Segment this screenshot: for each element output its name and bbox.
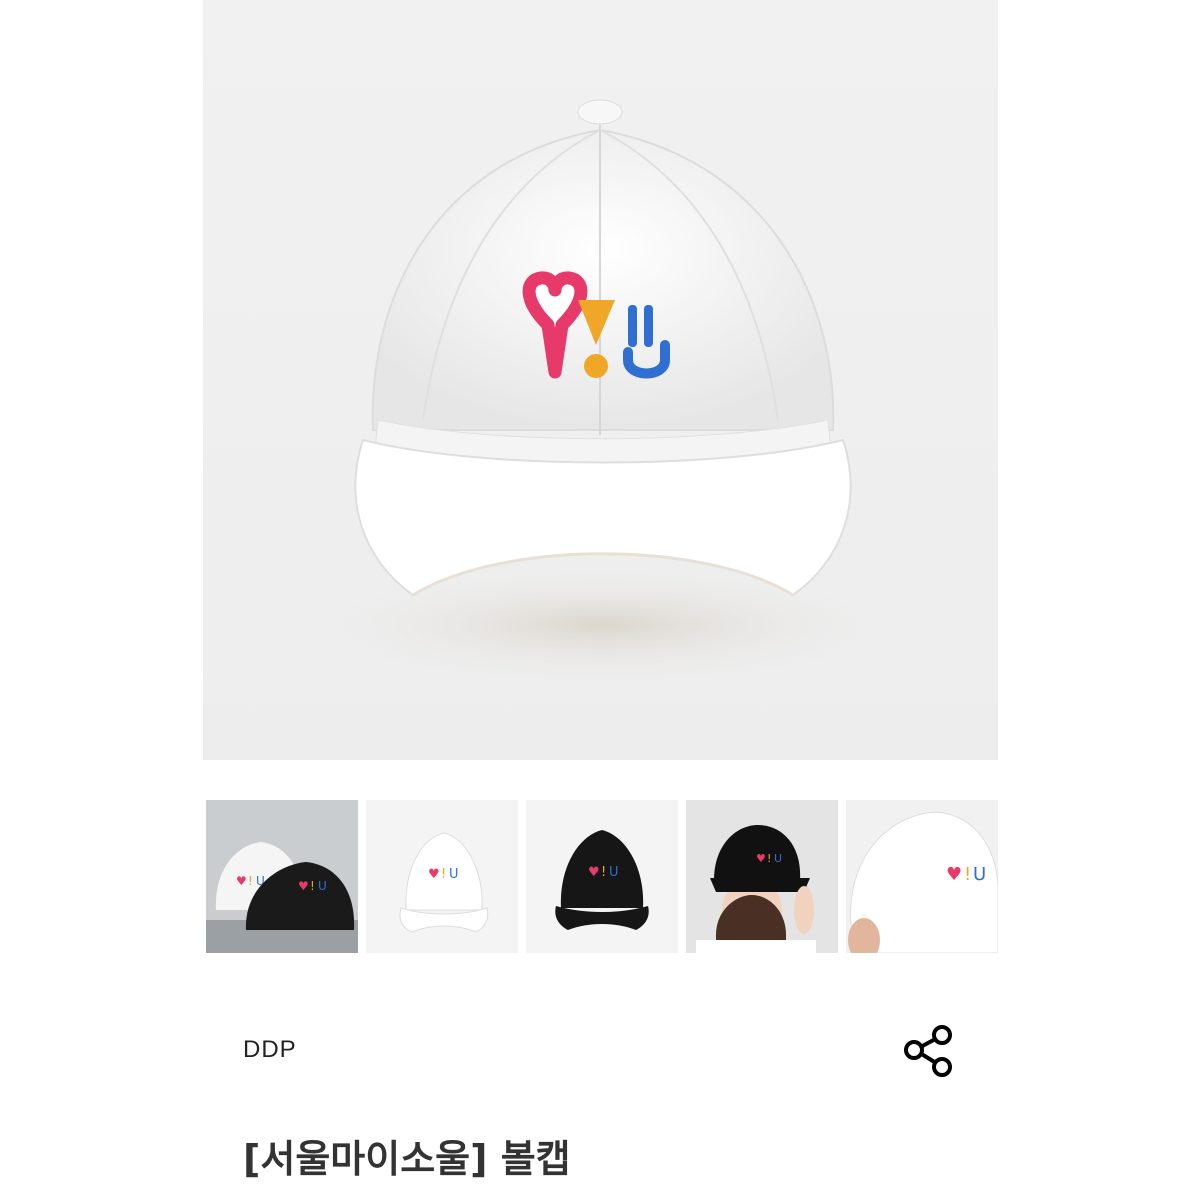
thumbnail-woman-black-cap[interactable]: ♥ ! U [686, 800, 838, 953]
product-main-image[interactable] [203, 0, 998, 760]
svg-text:!: ! [767, 852, 771, 865]
svg-text:U: U [609, 865, 619, 880]
svg-text:♥: ♥ [236, 874, 247, 888]
brand-name: DDP [243, 1036, 297, 1063]
svg-text:U: U [449, 867, 459, 882]
svg-text:!: ! [441, 867, 446, 882]
svg-text:♥: ♥ [946, 864, 962, 885]
thumbnail-strip: ♥ ! U ♥ ! U ♥ ! U ♥ ! U ♥ ! U ♥ ! U [206, 800, 998, 953]
svg-text:!: ! [601, 865, 606, 880]
svg-text:!: ! [310, 879, 315, 893]
svg-text:U: U [973, 864, 986, 885]
svg-text:♥: ♥ [298, 879, 309, 893]
share-icon[interactable] [898, 1020, 960, 1082]
thumbnail-two-caps[interactable]: ♥ ! U ♥ ! U [206, 800, 358, 953]
svg-text:♥: ♥ [756, 852, 766, 865]
thumbnail-black-cap[interactable]: ♥ ! U [526, 800, 678, 953]
svg-text:!: ! [248, 874, 253, 888]
svg-text:!: ! [964, 864, 971, 885]
svg-text:♥: ♥ [588, 865, 600, 880]
thumbnail-white-cap[interactable]: ♥ ! U [366, 800, 518, 953]
white-cap-illustration [303, 99, 903, 685]
svg-text:U: U [774, 852, 782, 865]
thumbnail-man-white-cap[interactable]: ♥ ! U [846, 800, 998, 953]
svg-text:♥: ♥ [428, 867, 440, 882]
svg-text:U: U [256, 874, 265, 888]
svg-text:U: U [318, 879, 327, 893]
product-title: [서울마이소울] 볼캡 [243, 1137, 571, 1181]
